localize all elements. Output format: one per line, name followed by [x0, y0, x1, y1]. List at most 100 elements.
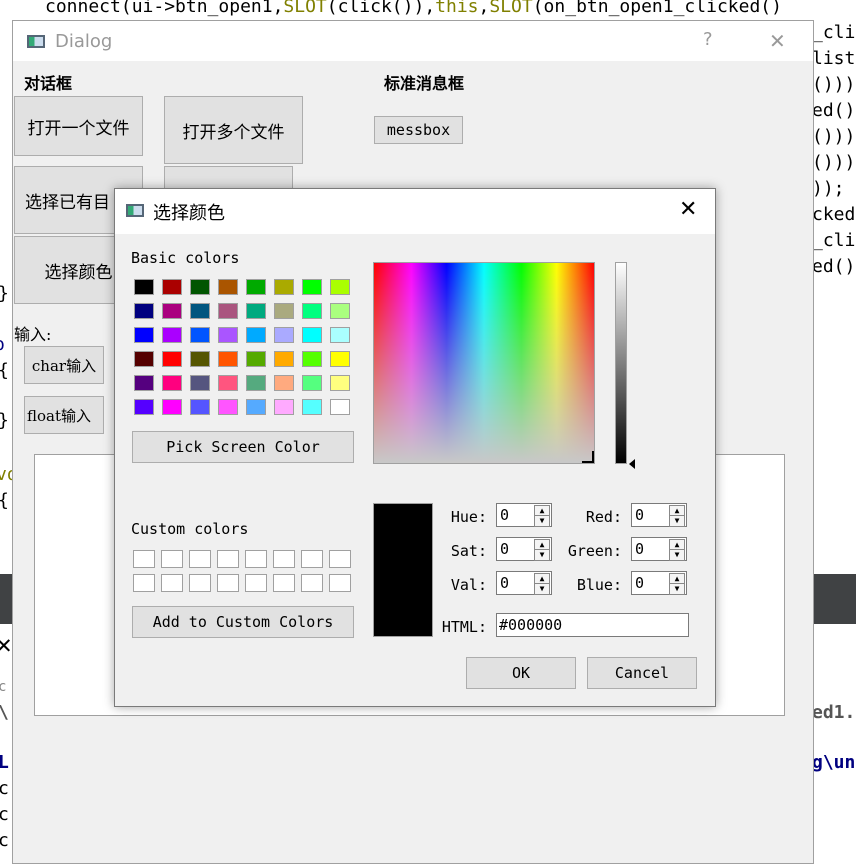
custom-color-swatch[interactable] [329, 574, 351, 592]
basic-color-swatch[interactable] [330, 327, 350, 343]
basic-color-swatch[interactable] [302, 399, 322, 415]
custom-color-swatch[interactable] [133, 550, 155, 568]
basic-color-swatch[interactable] [190, 375, 210, 391]
spin-down-icon[interactable]: ▼ [669, 549, 685, 561]
basic-color-swatch[interactable] [274, 303, 294, 319]
basic-color-swatch[interactable] [134, 303, 154, 319]
blue-spinbox[interactable]: 0 ▲ ▼ [631, 571, 687, 595]
basic-color-swatch[interactable] [274, 327, 294, 343]
messbox-button[interactable]: messbox [374, 116, 463, 144]
basic-color-swatch[interactable] [162, 303, 182, 319]
basic-color-swatch[interactable] [162, 351, 182, 367]
open-multiple-files-button[interactable]: 打开多个文件 [164, 96, 303, 164]
custom-color-swatch[interactable] [245, 550, 267, 568]
basic-color-swatch[interactable] [274, 279, 294, 295]
help-icon[interactable]: ? [703, 29, 713, 50]
spin-down-icon[interactable]: ▼ [669, 515, 685, 527]
basic-color-swatch[interactable] [218, 327, 238, 343]
spin-down-icon[interactable]: ▼ [534, 515, 550, 527]
basic-color-swatch[interactable] [218, 375, 238, 391]
code-fragment: cked [812, 204, 856, 225]
custom-color-swatch[interactable] [273, 550, 295, 568]
basic-color-swatch[interactable] [302, 327, 322, 343]
ok-button[interactable]: OK [466, 657, 576, 689]
basic-color-swatch[interactable] [330, 399, 350, 415]
cancel-button[interactable]: Cancel [587, 657, 697, 689]
basic-color-swatch[interactable] [246, 303, 266, 319]
basic-color-swatch[interactable] [162, 327, 182, 343]
open-one-file-button[interactable]: 打开一个文件 [14, 96, 143, 156]
close-icon[interactable]: ✕ [0, 632, 12, 658]
sat-spinbox[interactable]: 0 ▲ ▼ [496, 537, 552, 561]
custom-color-swatch[interactable] [273, 574, 295, 592]
basic-color-swatch[interactable] [134, 279, 154, 295]
basic-color-swatch[interactable] [274, 351, 294, 367]
basic-color-swatch[interactable] [190, 303, 210, 319]
spin-down-icon[interactable]: ▼ [669, 583, 685, 595]
html-color-input[interactable] [496, 613, 689, 637]
char-input-button[interactable]: char输入 [24, 346, 104, 384]
custom-color-swatch[interactable] [189, 574, 211, 592]
custom-color-swatch[interactable] [245, 574, 267, 592]
basic-color-swatch[interactable] [246, 399, 266, 415]
basic-color-swatch[interactable] [302, 279, 322, 295]
basic-color-swatch[interactable] [246, 375, 266, 391]
basic-color-swatch[interactable] [162, 399, 182, 415]
basic-color-swatch[interactable] [190, 279, 210, 295]
basic-color-swatch[interactable] [330, 303, 350, 319]
custom-color-swatch[interactable] [301, 574, 323, 592]
basic-color-swatch[interactable] [302, 303, 322, 319]
custom-color-swatch[interactable] [217, 550, 239, 568]
basic-color-swatch[interactable] [190, 351, 210, 367]
custom-color-swatch[interactable] [301, 550, 323, 568]
basic-color-swatch[interactable] [218, 279, 238, 295]
hue-spinbox[interactable]: 0 ▲ ▼ [496, 503, 552, 527]
basic-color-swatch[interactable] [134, 327, 154, 343]
code-fragment: ())) [812, 126, 856, 147]
value-slider-arrow-icon[interactable] [629, 459, 635, 469]
close-icon[interactable]: ✕ [679, 197, 697, 222]
color-dialog-title: 选择颜色 [153, 203, 225, 224]
custom-color-swatch[interactable] [161, 574, 183, 592]
basic-color-swatch[interactable] [246, 327, 266, 343]
basic-color-swatch[interactable] [330, 375, 350, 391]
basic-color-swatch[interactable] [162, 375, 182, 391]
basic-color-swatch[interactable] [302, 375, 322, 391]
basic-color-swatch[interactable] [330, 351, 350, 367]
code-fragment: ed1.c [812, 702, 856, 723]
add-to-custom-colors-button[interactable]: Add to Custom Colors [132, 606, 354, 638]
custom-color-swatch[interactable] [161, 550, 183, 568]
pick-screen-color-button[interactable]: Pick Screen Color [132, 431, 354, 463]
basic-color-swatch[interactable] [246, 279, 266, 295]
basic-color-swatch[interactable] [218, 351, 238, 367]
basic-color-swatch[interactable] [274, 399, 294, 415]
custom-color-swatch[interactable] [217, 574, 239, 592]
basic-color-swatch[interactable] [302, 351, 322, 367]
custom-color-swatch[interactable] [329, 550, 351, 568]
basic-color-swatch[interactable] [330, 279, 350, 295]
basic-color-swatch[interactable] [218, 303, 238, 319]
close-icon[interactable]: ✕ [769, 29, 786, 53]
green-spinbox[interactable]: 0 ▲ ▼ [631, 537, 687, 561]
hue-saturation-picker[interactable] [373, 262, 595, 464]
custom-color-swatch[interactable] [189, 550, 211, 568]
basic-color-swatch[interactable] [134, 399, 154, 415]
spin-down-icon[interactable]: ▼ [534, 583, 550, 595]
red-spinbox[interactable]: 0 ▲ ▼ [631, 503, 687, 527]
basic-color-swatch[interactable] [274, 375, 294, 391]
basic-color-swatch[interactable] [190, 399, 210, 415]
custom-color-swatch[interactable] [133, 574, 155, 592]
spin-down-icon[interactable]: ▼ [534, 549, 550, 561]
basic-color-swatch[interactable] [218, 399, 238, 415]
basic-color-swatch[interactable] [134, 351, 154, 367]
basic-color-swatch[interactable] [246, 351, 266, 367]
picker-crosshair [582, 451, 594, 463]
value-slider[interactable] [615, 262, 627, 464]
basic-color-swatch[interactable] [134, 375, 154, 391]
basic-color-swatch[interactable] [190, 327, 210, 343]
float-input-button[interactable]: float输入 [24, 396, 104, 434]
val-spinbox[interactable]: 0 ▲ ▼ [496, 571, 552, 595]
code-fragment: c [0, 830, 9, 851]
basic-color-swatch[interactable] [162, 279, 182, 295]
code-fragment: g\un [812, 752, 856, 773]
